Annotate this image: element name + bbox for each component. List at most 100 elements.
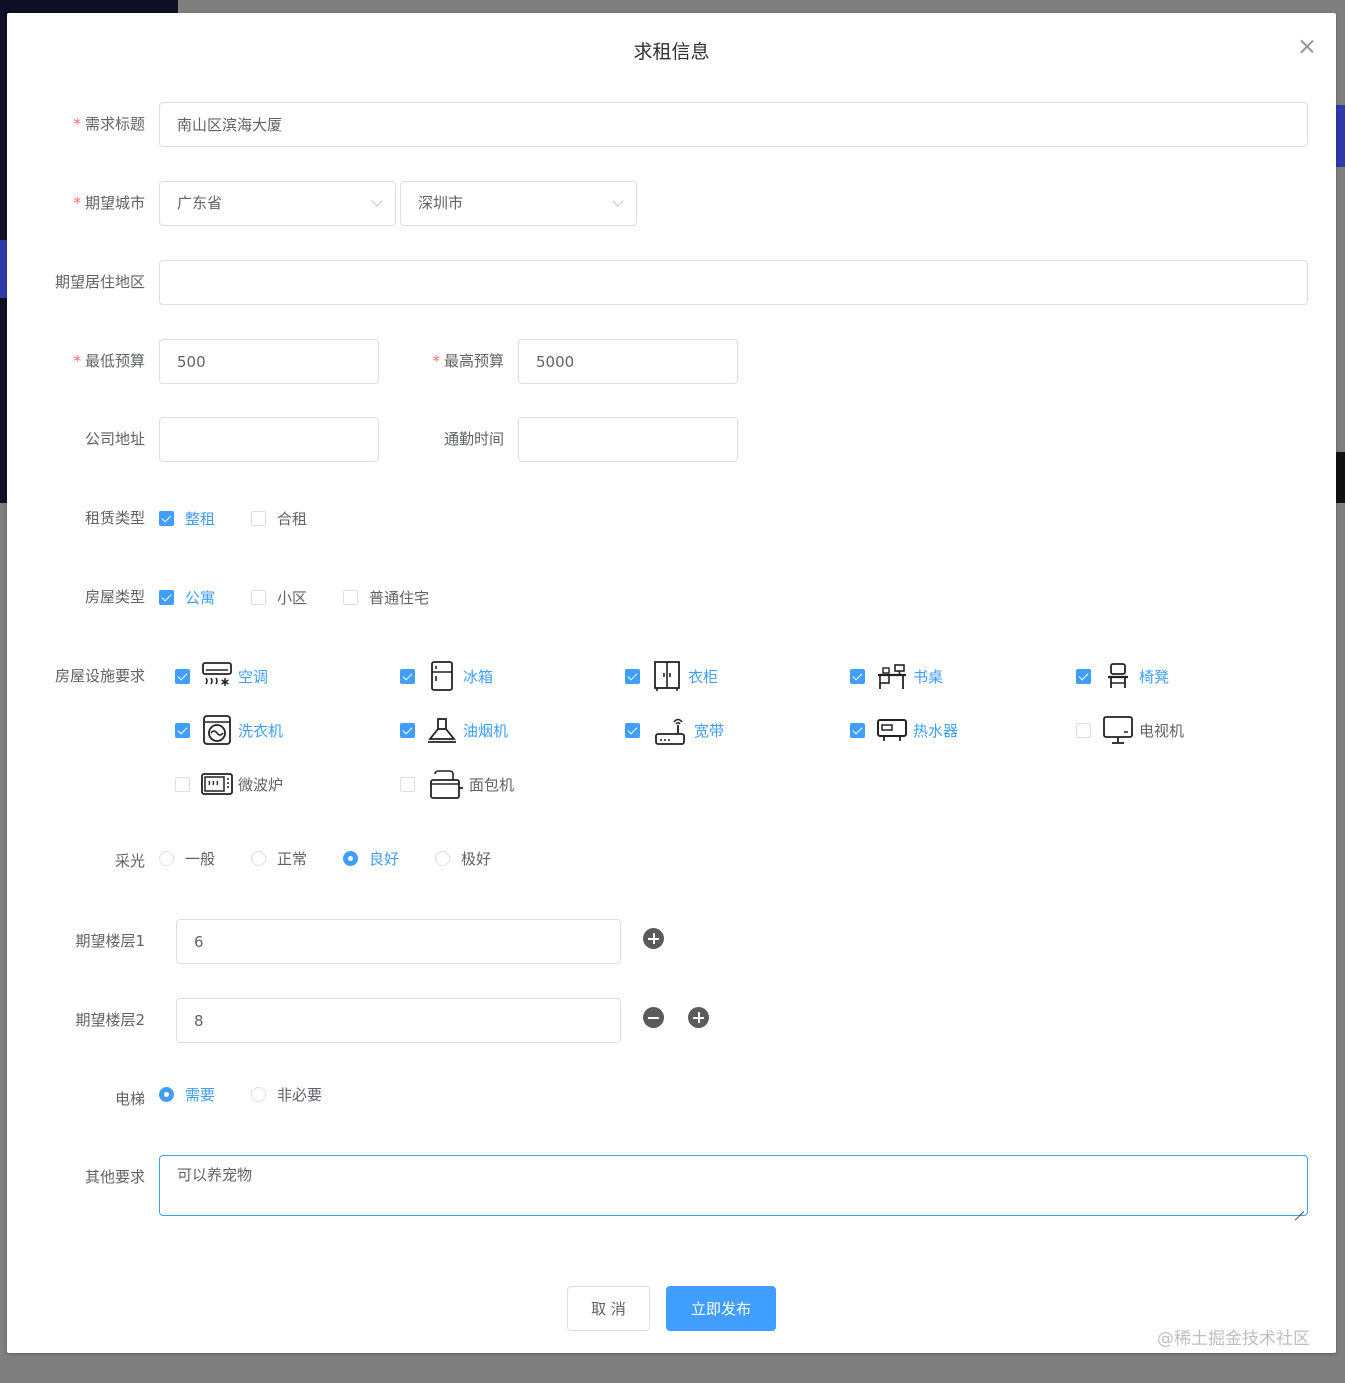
range-hood-icon (428, 718, 456, 743)
radio-dot (159, 1086, 174, 1102)
cancel-button[interactable]: 取 消 (567, 1286, 650, 1331)
facility-label: 面包机 (469, 775, 515, 794)
watermark: @稀土掘金技术社区 (1157, 1329, 1310, 1349)
submit-button[interactable]: 立即发布 (666, 1286, 776, 1331)
background-button-edge (1336, 105, 1345, 167)
floor1-label: 期望楼层1 (75, 932, 145, 950)
dialog-title: 求租信息 (633, 41, 710, 63)
elevator-label: 电梯 (114, 1090, 145, 1108)
lighting-normal-radio[interactable]: 一般 (159, 846, 215, 870)
checkbox-box (1076, 722, 1091, 738)
company-label: 公司地址 (84, 430, 145, 448)
required-mark: * (432, 352, 440, 370)
required-mark: * (73, 352, 81, 370)
lighting-regular-radio[interactable]: 正常 (251, 846, 307, 870)
house-type-community-checkbox[interactable]: 小区 (251, 585, 307, 609)
wardrobe-icon (654, 661, 680, 691)
facility-water-heater[interactable]: 热水器 (850, 714, 958, 746)
checkbox-label: 普通住宅 (369, 588, 430, 607)
facility-label: 热水器 (913, 721, 959, 740)
resize-handle-icon[interactable] (1295, 1203, 1304, 1212)
air-conditioner-icon (202, 662, 232, 686)
checkbox-label: 公寓 (185, 588, 216, 607)
facility-range-hood[interactable]: 油烟机 (400, 714, 508, 746)
facility-desk[interactable]: 书桌 (850, 660, 943, 692)
title-input[interactable] (159, 102, 1308, 147)
min-budget-input[interactable] (159, 339, 379, 384)
radio-dot (435, 850, 450, 866)
facility-label: 油烟机 (463, 721, 509, 740)
lighting-excellent-radio[interactable]: 极好 (435, 846, 491, 870)
checkbox-box (625, 722, 640, 738)
floor1-input[interactable] (176, 919, 621, 964)
area-input[interactable] (159, 260, 1308, 305)
checkbox-box (850, 722, 865, 738)
desk-icon (878, 664, 906, 689)
facility-broadband[interactable]: 宽带 (625, 714, 724, 746)
max-budget-input[interactable] (518, 339, 738, 384)
radio-label: 极好 (461, 849, 492, 868)
checkbox-box (400, 776, 415, 792)
facility-label: 书桌 (913, 667, 944, 686)
other-textarea-wrapper (159, 1155, 1308, 1216)
min-budget-label-text: 最低预算 (84, 352, 145, 370)
facility-tv[interactable]: 电视机 (1076, 714, 1184, 746)
company-input[interactable] (159, 417, 379, 462)
checkbox-box (343, 589, 358, 605)
rent-request-dialog: 求租信息 *需求标题 *期望城市 广东省 深圳市 期望居住地区 *最低预算 *最… (7, 13, 1336, 1353)
tv-icon (1103, 716, 1133, 744)
province-select[interactable]: 广东省 (159, 181, 396, 226)
radio-label: 良好 (369, 849, 400, 868)
house-type-residence-checkbox[interactable]: 普通住宅 (343, 585, 429, 609)
title-label: * 需求标题 (73, 114, 145, 134)
checkbox-box (175, 668, 190, 684)
checkbox-label: 整租 (185, 509, 216, 528)
city-select[interactable]: 深圳市 (400, 181, 637, 226)
checkbox-box (400, 668, 415, 684)
toaster-icon (430, 770, 463, 799)
radio-label: 非必要 (277, 1085, 323, 1104)
facility-wardrobe[interactable]: 衣柜 (625, 660, 718, 692)
remove-floor-button[interactable] (643, 1007, 664, 1028)
background-bar-edge (1336, 452, 1345, 503)
area-label: 期望居住地区 (54, 273, 145, 291)
rent-type-whole-checkbox[interactable]: 整租 (159, 506, 215, 530)
house-type-apartment-checkbox[interactable]: 公寓 (159, 585, 215, 609)
close-icon[interactable] (1300, 39, 1314, 53)
checkbox-box (251, 589, 266, 605)
facility-toaster[interactable]: 面包机 (400, 768, 514, 800)
house-type-label: 房屋类型 (84, 588, 145, 606)
commute-input[interactable] (518, 417, 738, 462)
other-textarea[interactable] (159, 1155, 1308, 1216)
facility-washing-machine[interactable]: 洗衣机 (175, 714, 283, 746)
elevator-required-radio[interactable]: 需要 (159, 1082, 215, 1106)
lighting-good-radio[interactable]: 良好 (343, 846, 399, 870)
facility-label: 冰箱 (463, 667, 494, 686)
checkbox-box (159, 589, 174, 605)
checkbox-box (175, 722, 190, 738)
radio-label: 正常 (277, 849, 308, 868)
floor2-input[interactable] (176, 998, 621, 1043)
checkbox-box (159, 510, 174, 526)
facility-fridge[interactable]: 冰箱 (400, 660, 493, 692)
elevator-optional-radio[interactable]: 非必要 (251, 1082, 322, 1106)
floor2-label: 期望楼层2 (75, 1011, 145, 1029)
radio-label: 需要 (185, 1085, 216, 1104)
checkbox-label: 合租 (277, 509, 308, 528)
add-floor-button[interactable] (688, 1007, 709, 1028)
facility-chair[interactable]: 椅凳 (1076, 660, 1169, 692)
facilities-label: 房屋设施要求 (54, 667, 145, 685)
city-label: * 期望城市 (73, 193, 145, 213)
facility-label: 洗衣机 (238, 721, 284, 740)
province-value: 广东省 (177, 194, 223, 212)
rent-type-shared-checkbox[interactable]: 合租 (251, 506, 307, 530)
city-value: 深圳市 (418, 194, 464, 212)
checkbox-box (175, 776, 190, 792)
facility-air-conditioner[interactable]: 空调 (175, 660, 268, 692)
water-heater-icon (877, 719, 907, 741)
facility-label: 微波炉 (238, 775, 284, 794)
facility-microwave[interactable]: 微波炉 (175, 768, 283, 800)
city-label-text: 期望城市 (84, 194, 145, 212)
add-floor-button[interactable] (643, 928, 664, 949)
other-label: 其他要求 (84, 1168, 145, 1186)
